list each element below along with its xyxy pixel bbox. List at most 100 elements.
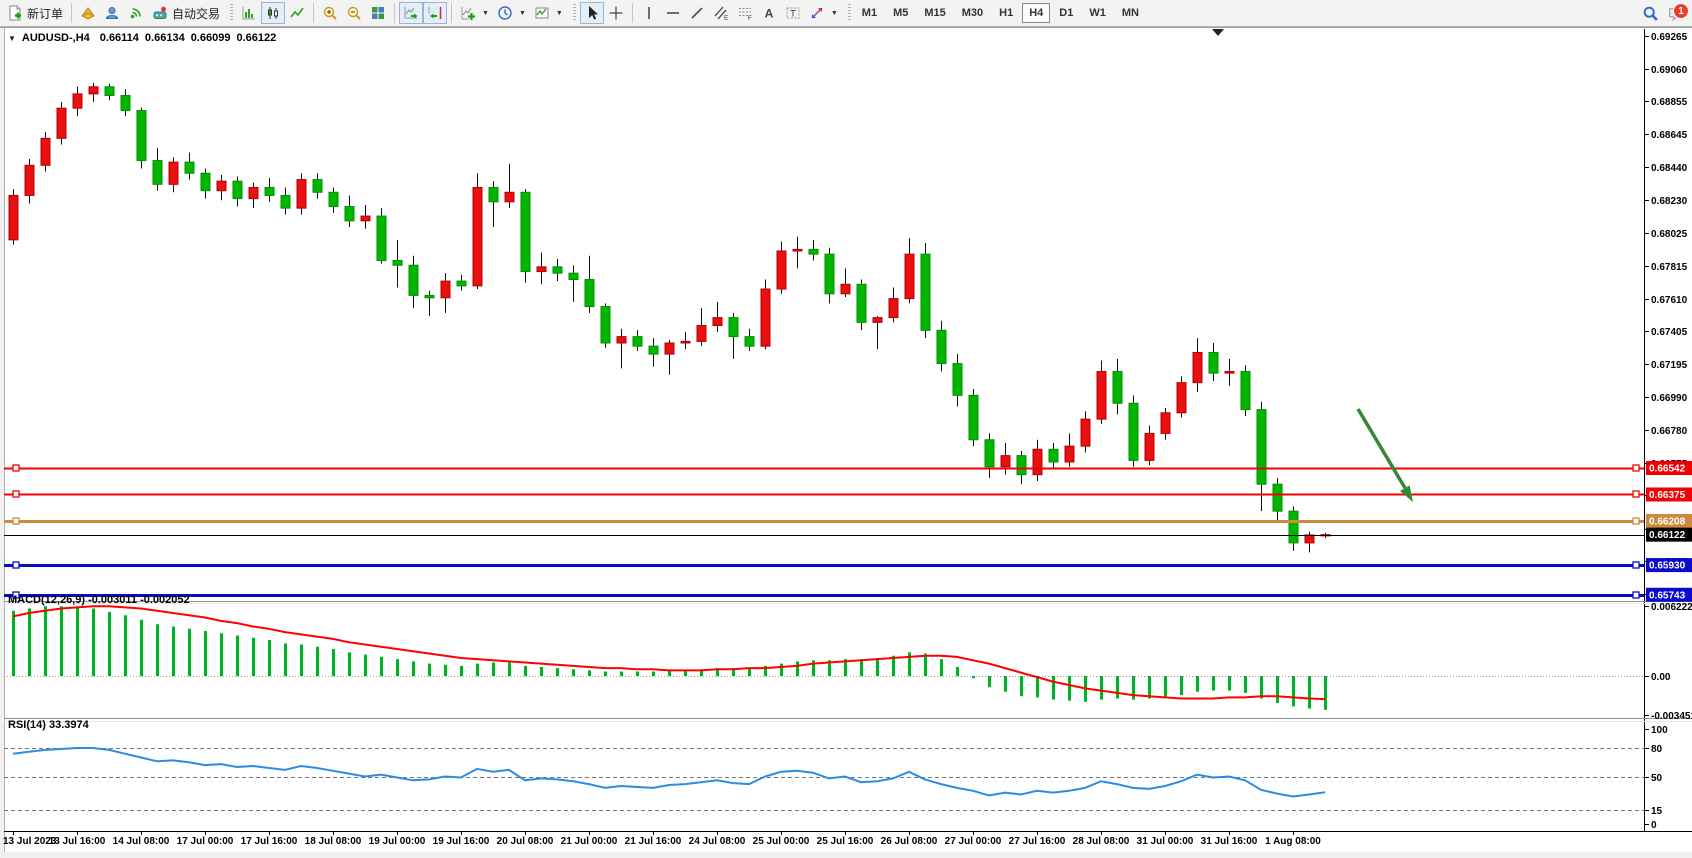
line-handle[interactable]: [13, 518, 19, 524]
chart-shift-button[interactable]: [423, 2, 447, 24]
search-button[interactable]: [1638, 2, 1663, 24]
candle: [713, 318, 722, 326]
line-chart-button[interactable]: [285, 2, 309, 24]
candle: [73, 94, 82, 108]
indicators-button[interactable]: ▼: [456, 2, 493, 24]
svg-text:0.69265: 0.69265: [1651, 32, 1688, 43]
new-order-label: 新订单: [27, 5, 63, 22]
candlestick-chart-button[interactable]: [261, 2, 285, 24]
svg-text:0.68230: 0.68230: [1651, 196, 1688, 207]
chart-area[interactable]: 0.692650.690600.688550.686450.684400.682…: [0, 0, 1692, 853]
bar-chart-icon: [241, 5, 257, 21]
svg-text:-0.003451: -0.003451: [1651, 711, 1692, 722]
horizontal-line-button[interactable]: [661, 2, 685, 24]
svg-text:0.66122: 0.66122: [1649, 530, 1686, 541]
svg-text:100: 100: [1651, 725, 1668, 736]
candle: [1001, 456, 1010, 467]
candle: [521, 192, 530, 271]
line-handle[interactable]: [1633, 592, 1639, 598]
toolbar-separator: [394, 3, 395, 23]
tab-timeframe-mn[interactable]: MN: [1115, 3, 1146, 23]
zoom-out-button[interactable]: [342, 2, 366, 24]
tab-timeframe-m30[interactable]: M30: [955, 3, 990, 23]
tab-timeframe-m15[interactable]: M15: [917, 3, 952, 23]
tile-windows-button[interactable]: [366, 2, 390, 24]
chart-svg[interactable]: 0.692650.690600.688550.686450.684400.682…: [0, 0, 1692, 853]
svg-text:14 Jul 08:00: 14 Jul 08:00: [113, 836, 170, 847]
svg-text:31 Jul 00:00: 31 Jul 00:00: [1137, 836, 1194, 847]
tab-timeframe-m5[interactable]: M5: [886, 3, 915, 23]
tab-timeframe-w1[interactable]: W1: [1082, 3, 1113, 23]
candle: [329, 192, 338, 206]
metaeditor-button[interactable]: [76, 2, 100, 24]
ohlc-low: 0.66099: [191, 32, 231, 44]
candle: [1097, 372, 1106, 420]
vertical-line-icon: [641, 5, 657, 21]
chevron-down-icon: ▼: [482, 10, 489, 17]
tab-timeframe-m1[interactable]: M1: [855, 3, 884, 23]
line-handle[interactable]: [1633, 491, 1639, 497]
candle: [1065, 446, 1074, 462]
candle: [1049, 449, 1058, 462]
profile-button[interactable]: [100, 2, 124, 24]
svg-text:0.65743: 0.65743: [1649, 590, 1686, 601]
text-button[interactable]: A: [757, 2, 781, 24]
line-handle[interactable]: [13, 562, 19, 568]
candle: [841, 284, 850, 294]
candle: [857, 284, 866, 322]
auto-trading-button[interactable]: 自动交易: [148, 2, 224, 24]
bar-chart-button[interactable]: [237, 2, 261, 24]
zoom-in-button[interactable]: [318, 2, 342, 24]
trendline-button[interactable]: [685, 2, 709, 24]
text-label-button[interactable]: T: [781, 2, 805, 24]
candle: [921, 254, 930, 330]
svg-text:1 Aug 08:00: 1 Aug 08:00: [1265, 836, 1321, 847]
signals-button[interactable]: [124, 2, 148, 24]
tab-timeframe-h4[interactable]: H4: [1022, 3, 1050, 23]
candle: [1113, 372, 1122, 404]
tab-timeframe-h1[interactable]: H1: [992, 3, 1020, 23]
tab-timeframe-d1[interactable]: D1: [1052, 3, 1080, 23]
fibonacci-button[interactable]: F: [733, 2, 757, 24]
candle: [233, 181, 242, 198]
svg-text:19 Jul 16:00: 19 Jul 16:00: [433, 836, 490, 847]
toolbar-separator: [71, 3, 72, 23]
vertical-line-button[interactable]: [637, 2, 661, 24]
new-order-button[interactable]: 新订单: [3, 2, 67, 24]
notification-badge[interactable]: 1: [1673, 3, 1689, 19]
candle: [665, 343, 674, 354]
line-handle[interactable]: [13, 491, 19, 497]
candle: [105, 87, 114, 96]
svg-text:27 Jul 16:00: 27 Jul 16:00: [1009, 836, 1066, 847]
arrows-button[interactable]: ▼: [805, 2, 842, 24]
line-handle[interactable]: [1633, 562, 1639, 568]
candle: [457, 281, 466, 286]
crosshair-button[interactable]: [604, 2, 628, 24]
candle: [633, 337, 642, 347]
candle: [697, 326, 706, 342]
svg-text:0.67815: 0.67815: [1651, 262, 1688, 273]
svg-text:27 Jul 00:00: 27 Jul 00:00: [945, 836, 1002, 847]
candle: [1033, 449, 1042, 474]
chart-dropdown-icon[interactable]: ▼: [8, 34, 16, 43]
line-handle[interactable]: [1633, 465, 1639, 471]
svg-text:0.00: 0.00: [1651, 672, 1671, 683]
candle: [1081, 419, 1090, 446]
templates-icon: [534, 5, 550, 21]
cursor-button[interactable]: [580, 2, 604, 24]
candle: [345, 207, 354, 221]
line-handle[interactable]: [13, 465, 19, 471]
auto-trading-label: 自动交易: [172, 5, 220, 22]
candle: [1129, 403, 1138, 460]
line-handle[interactable]: [1633, 518, 1639, 524]
line-chart-icon: [289, 5, 305, 21]
periods-button[interactable]: ▼: [493, 2, 530, 24]
svg-text:0.66208: 0.66208: [1649, 516, 1686, 527]
candle: [281, 195, 290, 208]
templates-button[interactable]: ▼: [530, 2, 567, 24]
candle: [1177, 383, 1186, 413]
candle: [761, 289, 770, 346]
auto-scroll-button[interactable]: [399, 2, 423, 24]
arrows-icon: [809, 5, 825, 21]
equidistant-channel-button[interactable]: E: [709, 2, 733, 24]
